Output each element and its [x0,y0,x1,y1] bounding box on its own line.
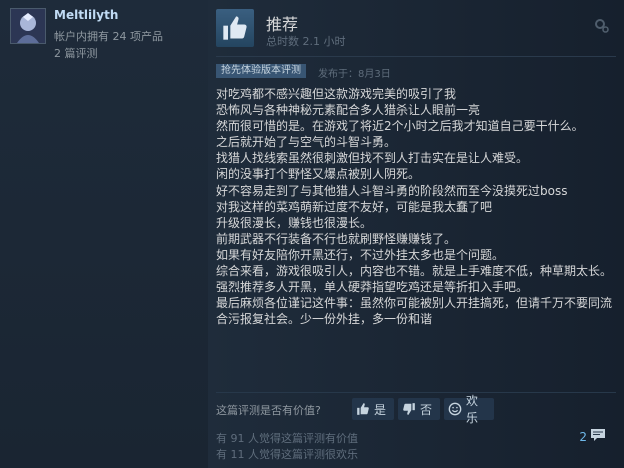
reviews-count[interactable]: 2 篇评测 [54,45,98,61]
thumbs-up-icon [223,16,247,40]
vote-no-button[interactable]: 否 [398,398,440,420]
funny-count: 有 11 人觉得这篇评测很欢乐 [216,448,358,461]
footer-divider [216,392,616,393]
posted-date: 发布于：8月3日 [318,69,391,80]
playtime-hours: 总时数 2.1 小时 [266,35,346,48]
products-owned[interactable]: 帐户内拥有 24 项产品 [54,28,163,44]
review-verdict[interactable]: 推荐 [266,11,298,35]
comment-icon [590,427,606,446]
helpful-question: 这篇评测是否有价值? [216,404,321,417]
gear-icon[interactable] [594,18,610,38]
page: Meltlilyth 帐户内拥有 24 项产品 2 篇评测 推荐 总时数 2.1… [0,0,624,468]
avatar-image [11,9,45,43]
comments-link[interactable]: 2 [579,427,606,446]
thumbs-up-icon [356,402,370,416]
comment-count: 2 [579,429,587,444]
vote-yes-button[interactable]: 是 [352,398,394,420]
review-panel: 推荐 总时数 2.1 小时 抢先体验版本评测 发布于：8月3日 对吃鸡都不感兴趣… [208,0,624,468]
helpful-count: 有 91 人觉得这篇评测有价值 [216,432,358,445]
early-access-tag: 抢先体验版本评测 [216,64,306,78]
smiley-icon [448,402,462,416]
vote-funny-label: 欢乐 [466,394,479,425]
header-divider [216,56,616,57]
vote-funny-button[interactable]: 欢乐 [444,394,494,425]
vote-yes-label: 是 [374,402,387,417]
vote-no-label: 否 [420,402,433,417]
verdict-icon-box[interactable] [216,9,254,47]
avatar[interactable] [10,8,46,44]
thumbs-down-icon [402,402,416,416]
username[interactable]: Meltlilyth [54,8,118,22]
review-body: 对吃鸡都不感兴趣但这款游戏完美的吸引了我 恐怖风与各种神秘元素配合多人猎杀让人眼… [216,87,613,327]
